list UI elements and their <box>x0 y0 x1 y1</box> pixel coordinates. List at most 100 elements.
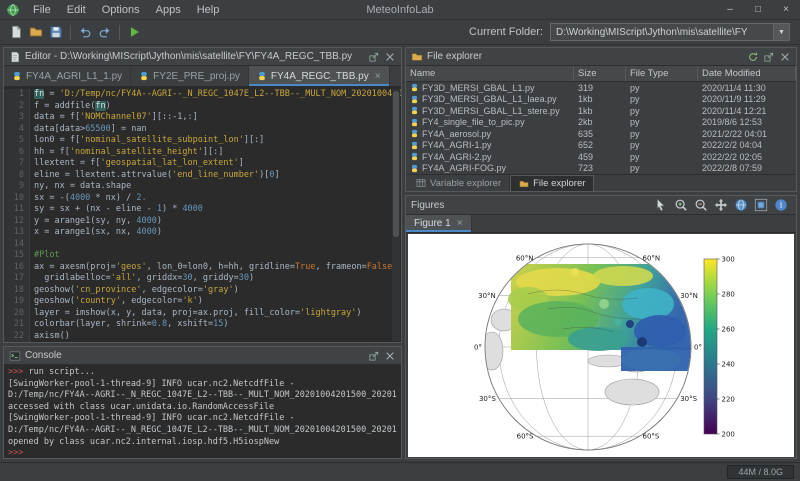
table-row[interactable]: FY4A_AGRI-1.py652py2022/2/2 04:04 <box>406 140 796 152</box>
full-extent-icon[interactable] <box>752 196 770 214</box>
close-tab-icon[interactable]: × <box>375 71 381 82</box>
close-panel-icon[interactable] <box>384 51 396 63</box>
figure-tab-label: Figure 1 <box>414 218 451 229</box>
float-panel-icon[interactable] <box>368 350 380 362</box>
column-header-name[interactable]: Name <box>406 66 574 81</box>
column-header-file-type[interactable]: File Type <box>626 66 698 81</box>
editor-panel: Editor - D:\Working\MIScript\Jython\mis\… <box>3 47 402 343</box>
python-file-icon <box>410 141 419 150</box>
file-name: FY4A_AGRI-FOG.py <box>422 163 506 173</box>
file-type: py <box>626 140 698 150</box>
tab-label: FY4A_REGC_TBB.py <box>271 71 369 82</box>
code-line: 11sy = sx + (nx - eline - 1) * 4000 <box>4 204 401 216</box>
code-text: y = arange1(sy, ny, 4000) <box>30 216 162 228</box>
column-header-date-modified[interactable]: Date Modified <box>698 66 796 81</box>
table-row[interactable]: FY3D_MERSI_GBAL_L1_stere.py1kbpy2020/11/… <box>406 105 796 117</box>
editor-tab-fy4a-agri-l1-1-py[interactable]: FY4A_AGRI_L1_1.py <box>4 66 131 86</box>
column-header-size[interactable]: Size <box>574 66 626 81</box>
table-row[interactable]: FY3D_MERSI_GBAL_L1.py319py2020/11/4 11:3… <box>406 82 796 94</box>
close-panel-icon[interactable] <box>384 350 396 362</box>
code-line: 4data[data>65500] = nan <box>4 124 401 136</box>
folder-icon <box>519 179 529 189</box>
code-text: data[data>65500] = nan <box>30 124 147 136</box>
identify-icon[interactable]: i <box>772 196 790 214</box>
table-row[interactable]: FY4A_AGRI-FOG.py723py2022/2/8 07:59 <box>406 163 796 175</box>
file-name-cell: FY4A_AGRI-FOG.py <box>406 163 574 173</box>
open-folder-icon[interactable] <box>27 23 45 41</box>
menu-apps[interactable]: Apps <box>148 0 189 20</box>
file-size: 459 <box>574 152 626 162</box>
close-button[interactable]: × <box>772 0 800 19</box>
line-number: 16 <box>4 262 30 274</box>
file-name-cell: FY4_single_file_to_pic.py <box>406 117 574 127</box>
code-line: 5lon0 = f['nominal_satellite_subpoint_lo… <box>4 135 401 147</box>
console-output[interactable]: >>> run script...[SwingWorker-pool-1-thr… <box>4 365 401 458</box>
table-row[interactable]: FY3D_MERSI_GBAL_L1_laea.py1kbpy2020/11/9… <box>406 94 796 106</box>
pan-icon[interactable] <box>712 196 730 214</box>
redo-icon[interactable] <box>96 23 114 41</box>
table-row[interactable]: FY4_single_file_to_pic.py2kbpy2019/8/6 1… <box>406 117 796 129</box>
tab-file-explorer[interactable]: File explorer <box>510 175 594 191</box>
table-row[interactable]: FY4A_AGRI-2.py459py2022/2/2 02:05 <box>406 151 796 163</box>
line-number: 2 <box>4 101 30 113</box>
main-toolbar: Current Folder: D:\Working\MIScript\Jyth… <box>0 20 800 45</box>
zoom-in-icon[interactable] <box>672 196 690 214</box>
file-date: 2020/11/9 11:29 <box>698 94 796 104</box>
new-file-icon[interactable] <box>7 23 25 41</box>
float-panel-icon[interactable] <box>763 51 775 63</box>
minimize-button[interactable]: – <box>716 0 744 19</box>
float-panel-icon[interactable] <box>368 51 380 63</box>
editor-tab-fy2e-pre-proj-py[interactable]: FY2E_PRE_proj.py <box>131 66 249 86</box>
lat-label-right: 0° <box>694 344 702 352</box>
code-line: 19geoshow('country', edgecolor='k') <box>4 296 401 308</box>
close-tab-icon[interactable]: × <box>457 218 463 229</box>
tab-label: FY2E_PRE_proj.py <box>153 71 240 82</box>
table-row[interactable]: FY4A_aerosol.py635py2021/2/22 04:01 <box>406 128 796 140</box>
editor-tab-bar: FY4A_AGRI_L1_1.py FY2E_PRE_proj.py FY4A_RE… <box>4 66 401 87</box>
line-number: 14 <box>4 239 30 251</box>
maximize-button[interactable]: □ <box>744 0 772 19</box>
code-editor[interactable]: 1fn = 'D:/Temp/nc/FY4A--AGRI--_N_REGC_10… <box>4 87 401 342</box>
tab-variable-explorer[interactable]: Variable explorer <box>408 175 510 191</box>
file-name-cell: FY4A_aerosol.py <box>406 129 574 139</box>
code-text: #Plot <box>30 250 60 262</box>
file-explorer-header: File explorer <box>406 48 796 66</box>
menu-file[interactable]: File <box>25 0 59 20</box>
status-bar: 44M / 8.0G <box>0 462 800 481</box>
select-icon[interactable] <box>652 196 670 214</box>
figure-canvas[interactable]: 60°N60°N30°N30°N0°0°30°S30°S60°S60°S 300… <box>408 234 794 457</box>
python-file-icon <box>410 83 419 92</box>
menu-help[interactable]: Help <box>189 0 228 20</box>
file-name: FY3D_MERSI_GBAL_L1_stere.py <box>422 106 560 116</box>
python-file-icon <box>257 71 267 81</box>
refresh-icon[interactable] <box>747 51 759 63</box>
lat-label-right: 30°N <box>680 292 698 300</box>
colorbar: 300280260240220200 <box>704 256 735 439</box>
file-size: 2kb <box>574 117 626 127</box>
code-line: 8eline = llextent.attrvalue('end_line_nu… <box>4 170 401 182</box>
console-line: [SwingWorker-pool-1-thread-9] INFO ucar.… <box>8 413 397 425</box>
current-folder-combobox[interactable]: D:\Working\MIScript\Jython\mis\satellite… <box>550 23 790 41</box>
scrollbar-thumb[interactable] <box>393 91 399 237</box>
editor-tab-fy4a-regc-tbb-py[interactable]: FY4A_REGC_TBB.py × <box>249 66 390 86</box>
file-type: py <box>626 83 698 93</box>
menu-edit[interactable]: Edit <box>59 0 94 20</box>
zoom-out-icon[interactable] <box>692 196 710 214</box>
code-line: 7llextent = f['geospatial_lat_lon_extent… <box>4 158 401 170</box>
chevron-down-icon[interactable]: ▼ <box>773 24 789 40</box>
console-line: accessed with class ucar.unidata.io.Rand… <box>8 402 397 414</box>
code-text: sy = sx + (nx - eline - 1) * 4000 <box>30 204 203 216</box>
code-line: 14 <box>4 239 401 251</box>
globe-icon[interactable] <box>732 196 750 214</box>
undo-icon[interactable] <box>76 23 94 41</box>
editor-scrollbar[interactable] <box>392 89 400 341</box>
lat-label-right: 60°S <box>643 433 660 441</box>
save-icon[interactable] <box>47 23 65 41</box>
run-icon[interactable] <box>125 23 143 41</box>
code-text: axism() <box>30 331 70 343</box>
console-panel-title: Console <box>25 350 364 361</box>
figure-tab[interactable]: Figure 1 × <box>406 215 472 232</box>
close-panel-icon[interactable] <box>779 51 791 63</box>
code-text: sx = -(4000 * nx) / 2. <box>30 193 147 205</box>
menu-options[interactable]: Options <box>94 0 148 20</box>
